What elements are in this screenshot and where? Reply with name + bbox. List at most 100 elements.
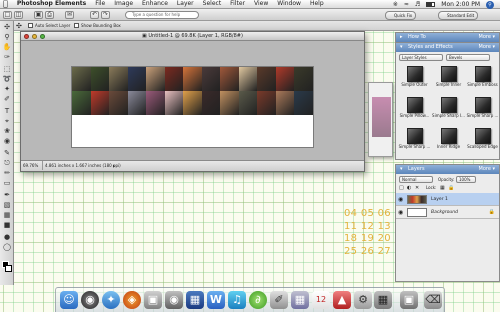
trash-icon[interactable]: ⌫: [424, 291, 442, 309]
styles-type-select[interactable]: Bevels: [446, 54, 490, 61]
new-file-icon[interactable]: □: [3, 11, 12, 19]
hand-tool-icon[interactable]: ✋: [2, 43, 12, 52]
lasso-tool-icon[interactable]: ➰: [2, 75, 12, 84]
lock-transparency-icon[interactable]: ▦: [440, 185, 445, 191]
palette-menu-icon[interactable]: More ▾: [479, 43, 496, 52]
menu-layer[interactable]: Layer: [177, 0, 194, 8]
clone-stamp-icon[interactable]: ⎋: [2, 159, 12, 168]
spotlight-icon[interactable]: ⚲: [486, 0, 494, 9]
palette-menu-icon[interactable]: More ▾: [479, 33, 496, 42]
brush-tool-icon[interactable]: ✒: [2, 191, 12, 200]
iphoto-icon[interactable]: ▣: [144, 291, 162, 309]
save-icon[interactable]: ▣: [34, 11, 43, 19]
background-window[interactable]: [368, 82, 393, 157]
menu-file[interactable]: File: [95, 0, 105, 8]
style-simple-pillow[interactable]: Simple Pillow...: [398, 95, 431, 123]
style-simple-sharp-pillow[interactable]: Simple Sharp ...: [398, 126, 431, 154]
email-icon[interactable]: ✉: [65, 11, 74, 19]
menu-window[interactable]: Window: [277, 0, 301, 8]
help-search-input[interactable]: Type a question for help: [125, 11, 199, 19]
how-to-palette-header[interactable]: ▸ How To More ▾: [396, 33, 499, 42]
firefox-icon[interactable]: ◈: [123, 291, 141, 309]
style-simple-sharp-inner[interactable]: Simple Sharp I...: [432, 95, 465, 123]
quick-fix-button[interactable]: Quick Fix: [385, 11, 417, 20]
style-scalloped-edge[interactable]: Scalloped Edge: [466, 126, 499, 154]
menu-select[interactable]: Select: [203, 0, 222, 8]
standard-edit-button[interactable]: Standard Edit: [438, 11, 479, 20]
auto-select-layer-option[interactable]: Auto Select Layer: [28, 21, 70, 31]
menu-image[interactable]: Image: [114, 0, 133, 8]
pencil-tool-icon[interactable]: ✏: [2, 169, 12, 178]
dashboard-icon[interactable]: ◉: [81, 291, 99, 309]
cookie-cutter-icon[interactable]: ❀: [2, 127, 12, 136]
auto-select-layer-checkbox[interactable]: [28, 23, 33, 28]
camera-icon[interactable]: ◉: [165, 291, 183, 309]
blend-mode-select[interactable]: Normal: [399, 176, 433, 183]
itunes-icon[interactable]: ♫: [228, 291, 246, 309]
menu-help[interactable]: Help: [310, 0, 324, 8]
minimize-window-button[interactable]: [32, 34, 37, 39]
image-canvas[interactable]: [71, 66, 314, 148]
zoom-window-button[interactable]: [40, 34, 45, 39]
wifi-icon[interactable]: ≈: [404, 1, 409, 8]
healing-brush-icon[interactable]: ✎: [2, 149, 12, 158]
battery-icon[interactable]: [426, 2, 436, 7]
type-tool-icon[interactable]: T: [2, 107, 12, 116]
pdf-reader-icon[interactable]: ▲: [333, 291, 351, 309]
preview-icon[interactable]: ▦: [291, 291, 309, 309]
menu-enhance[interactable]: Enhance: [142, 0, 168, 8]
background-color-swatch[interactable]: [5, 265, 12, 272]
red-eye-icon[interactable]: ◉: [2, 137, 12, 146]
eraser-tool-icon[interactable]: ▭: [2, 179, 12, 188]
menu-filter[interactable]: Filter: [230, 0, 245, 8]
menu-app-name[interactable]: Photoshop Elements: [17, 0, 86, 8]
bluetooth-icon[interactable]: ※: [393, 1, 398, 8]
menu-clock[interactable]: Mon 2:00 PM: [441, 1, 480, 9]
redo-icon[interactable]: ↷: [101, 11, 110, 19]
layer-row[interactable]: ◉ Background 🔒: [396, 206, 499, 219]
undo-icon[interactable]: ↶: [90, 11, 99, 19]
styles-effects-palette-header[interactable]: ▾ Styles and Effects More ▾: [396, 43, 499, 52]
visibility-eye-icon[interactable]: ◉: [398, 193, 403, 206]
gradient-tool-icon[interactable]: ▦: [2, 211, 12, 220]
marquee-tool-icon[interactable]: ⬚: [2, 65, 12, 74]
minimized-window-icon[interactable]: ▣: [400, 291, 418, 309]
menu-view[interactable]: View: [254, 0, 268, 8]
word-icon[interactable]: W: [207, 291, 225, 309]
opacity-input[interactable]: 100%: [456, 176, 476, 183]
style-simple-outer[interactable]: Simple Outer: [398, 64, 431, 92]
crop-tool-icon[interactable]: ⌖: [2, 117, 12, 126]
selection-brush-icon[interactable]: ✐: [2, 95, 12, 104]
sponge-tool-icon[interactable]: ◯: [2, 243, 12, 252]
layers-palette-header[interactable]: ▾ Layers More ▾: [396, 165, 499, 174]
style-inner-ridge[interactable]: Inner Ridge: [432, 126, 465, 154]
status-menu-arrow-icon[interactable]: ▸: [113, 161, 115, 171]
volume-icon[interactable]: ♬: [415, 1, 420, 8]
lock-all-icon[interactable]: 🔒: [448, 185, 454, 191]
style-simple-inner[interactable]: Simple Inner: [432, 64, 465, 92]
styles-category-select[interactable]: Layer Styles: [399, 54, 443, 61]
visibility-eye-icon[interactable]: ◉: [398, 206, 403, 219]
adjustment-layer-icon[interactable]: ◐: [407, 185, 411, 191]
document-title-bar[interactable]: ▣ Untitled-1 @ 69.8K (Layer 1, RGB/8#): [21, 32, 364, 41]
style-simple-emboss[interactable]: Simple Emboss: [466, 64, 499, 92]
show-bounding-box-option[interactable]: Show Bounding Box: [74, 21, 121, 31]
paint-bucket-icon[interactable]: ▧: [2, 201, 12, 210]
eyedropper-icon[interactable]: ✑: [2, 53, 12, 62]
blur-tool-icon[interactable]: ●: [2, 233, 12, 242]
shape-tool-icon[interactable]: ■: [2, 221, 12, 230]
style-simple-sharp-outer[interactable]: Simple Sharp ...: [466, 95, 499, 123]
photoshop-elements-icon[interactable]: ▦: [186, 291, 204, 309]
print-icon[interactable]: ⎙: [45, 11, 54, 19]
open-file-icon[interactable]: ◫: [14, 11, 23, 19]
finder-icon[interactable]: ☺: [60, 291, 78, 309]
safari-icon[interactable]: ✦: [102, 291, 120, 309]
move-tool-icon[interactable]: ✣: [2, 23, 12, 32]
palette-menu-icon[interactable]: More ▾: [479, 165, 496, 174]
zoom-level[interactable]: 69.76%: [23, 161, 43, 170]
delete-layer-icon[interactable]: ✕: [415, 185, 419, 191]
apple-menu-icon[interactable]: : [3, 0, 8, 8]
canvas-area[interactable]: [21, 41, 364, 160]
calculator-icon[interactable]: ▦: [374, 291, 392, 309]
magic-wand-icon[interactable]: ✦: [2, 85, 12, 94]
